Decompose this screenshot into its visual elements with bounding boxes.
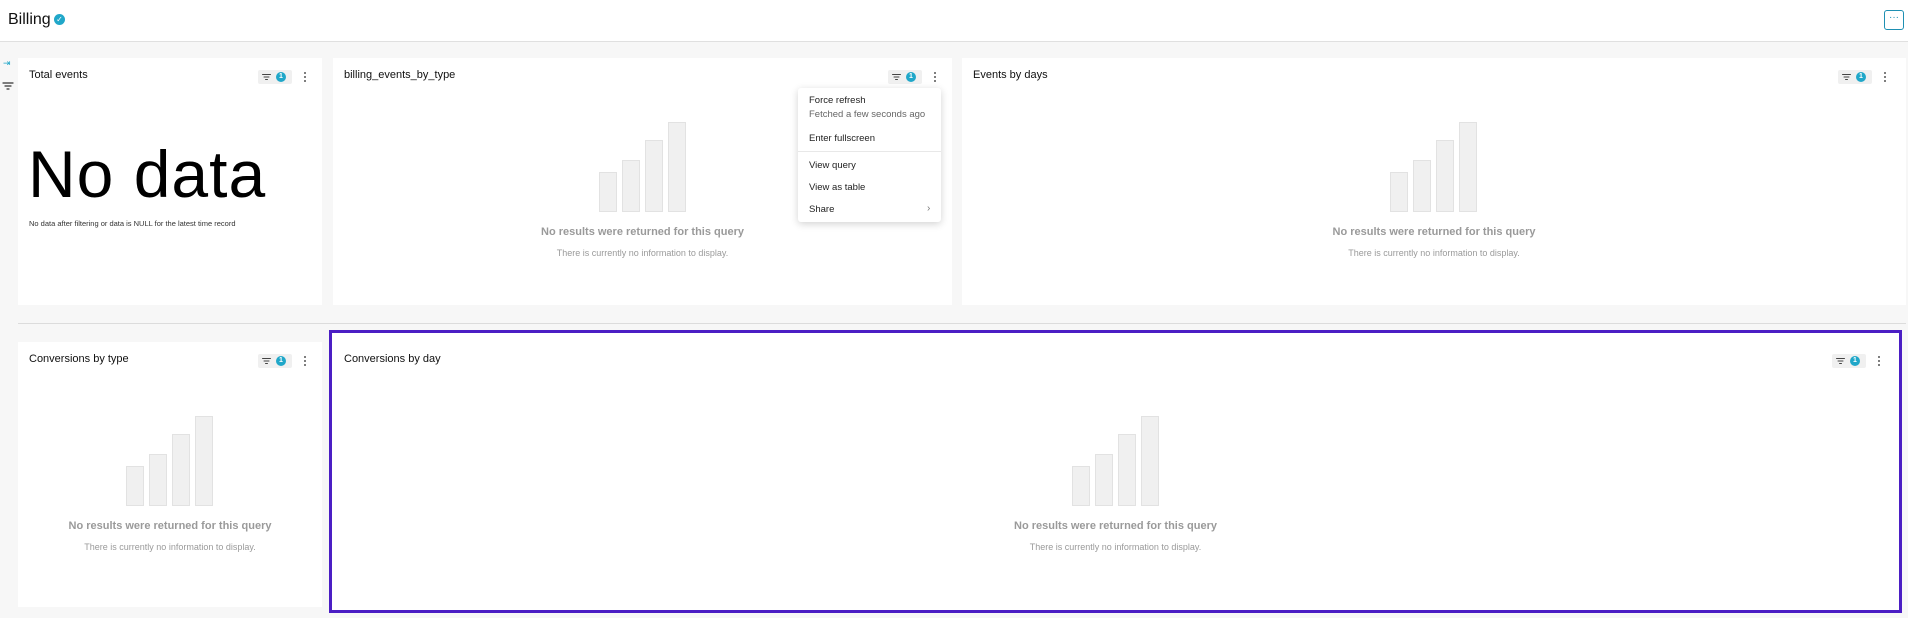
empty-chart-icon bbox=[126, 416, 214, 506]
filter-count-badge: 1 bbox=[276, 356, 286, 366]
empty-state-subtext: There is currently no information to dis… bbox=[1029, 542, 1202, 552]
chart-title: Events by days bbox=[973, 69, 1048, 81]
empty-chart-icon bbox=[1390, 122, 1478, 212]
chart-title: Total events bbox=[29, 69, 88, 81]
chart-card-events-by-days: Events by days 1 No results were returne… bbox=[962, 58, 1906, 305]
empty-state-message: No results were returned for this query bbox=[68, 520, 272, 532]
menu-item-share[interactable]: Share bbox=[809, 204, 834, 215]
filter-count-badge: 1 bbox=[1856, 72, 1866, 82]
filter-icon[interactable] bbox=[2, 78, 14, 90]
empty-state-subtext: There is currently no information to dis… bbox=[84, 542, 256, 552]
dashboard-header: Billing ✓ ··· bbox=[0, 0, 1908, 42]
filter-count-badge: 1 bbox=[276, 72, 286, 82]
empty-state-message: No results were returned for this query bbox=[1332, 226, 1536, 238]
empty-chart-icon bbox=[1071, 416, 1160, 506]
filter-indicator[interactable]: 1 bbox=[1832, 354, 1866, 368]
row-divider bbox=[18, 323, 1906, 324]
menu-separator bbox=[798, 151, 941, 152]
filter-icon bbox=[262, 74, 271, 80]
last-fetched-text: Fetched a few seconds ago bbox=[809, 109, 926, 120]
empty-state: No results were returned for this query … bbox=[332, 416, 1899, 552]
filter-count-badge: 1 bbox=[906, 72, 916, 82]
empty-state-message: No results were returned for this query bbox=[1014, 520, 1217, 532]
filter-icon bbox=[892, 74, 901, 80]
empty-state-subtext: There is currently no information to dis… bbox=[1348, 248, 1520, 258]
chart-context-menu: Force refresh Fetched a few seconds ago … bbox=[798, 88, 941, 222]
filter-icon bbox=[1842, 74, 1851, 80]
chevron-right-icon: › bbox=[927, 203, 931, 214]
dashboard-title: Billing bbox=[8, 11, 51, 28]
chart-title: Conversions by type bbox=[29, 353, 129, 365]
big-number-value: No data bbox=[28, 137, 267, 211]
chart-card-total-events: Total events 1 No data No data after fil… bbox=[18, 58, 322, 305]
filter-indicator[interactable]: 1 bbox=[888, 70, 922, 84]
big-number-subtitle: No data after filtering or data is NULL … bbox=[29, 219, 236, 228]
empty-state: No results were returned for this query … bbox=[962, 122, 1906, 258]
filter-icon bbox=[1836, 358, 1845, 364]
menu-item-force-refresh[interactable]: Force refresh bbox=[809, 95, 866, 106]
empty-state-subtext: There is currently no information to dis… bbox=[556, 248, 729, 258]
empty-state-message: No results were returned for this query bbox=[541, 226, 744, 238]
chart-card-conversions-by-type: Conversions by type 1 No results were re… bbox=[18, 342, 322, 607]
chart-title: Conversions by day bbox=[344, 353, 441, 365]
certified-icon: ✓ bbox=[54, 14, 65, 25]
chart-menu-icon[interactable] bbox=[930, 70, 940, 84]
menu-item-view-query[interactable]: View query bbox=[809, 160, 856, 171]
menu-item-view-as-table[interactable]: View as table bbox=[809, 182, 865, 193]
filter-indicator[interactable]: 1 bbox=[258, 70, 292, 84]
chart-menu-icon[interactable] bbox=[1874, 354, 1884, 368]
expand-filter-bar-icon[interactable]: ⇥ bbox=[3, 58, 13, 68]
chart-card-conversions-by-day[interactable]: Conversions by day 1 No results were ret… bbox=[332, 333, 1899, 610]
dashboard-more-button[interactable]: ··· bbox=[1884, 10, 1904, 30]
chart-title: billing_events_by_type bbox=[344, 69, 456, 81]
menu-item-enter-fullscreen[interactable]: Enter fullscreen bbox=[809, 133, 875, 144]
filter-indicator[interactable]: 1 bbox=[1838, 70, 1872, 84]
filter-indicator[interactable]: 1 bbox=[258, 354, 292, 368]
chart-menu-icon[interactable] bbox=[300, 354, 310, 368]
chart-menu-icon[interactable] bbox=[300, 70, 310, 84]
empty-state: No results were returned for this query … bbox=[18, 416, 322, 552]
filter-icon bbox=[262, 358, 271, 364]
chart-menu-icon[interactable] bbox=[1880, 70, 1890, 84]
filter-count-badge: 1 bbox=[1850, 356, 1860, 366]
empty-chart-icon bbox=[598, 122, 687, 212]
